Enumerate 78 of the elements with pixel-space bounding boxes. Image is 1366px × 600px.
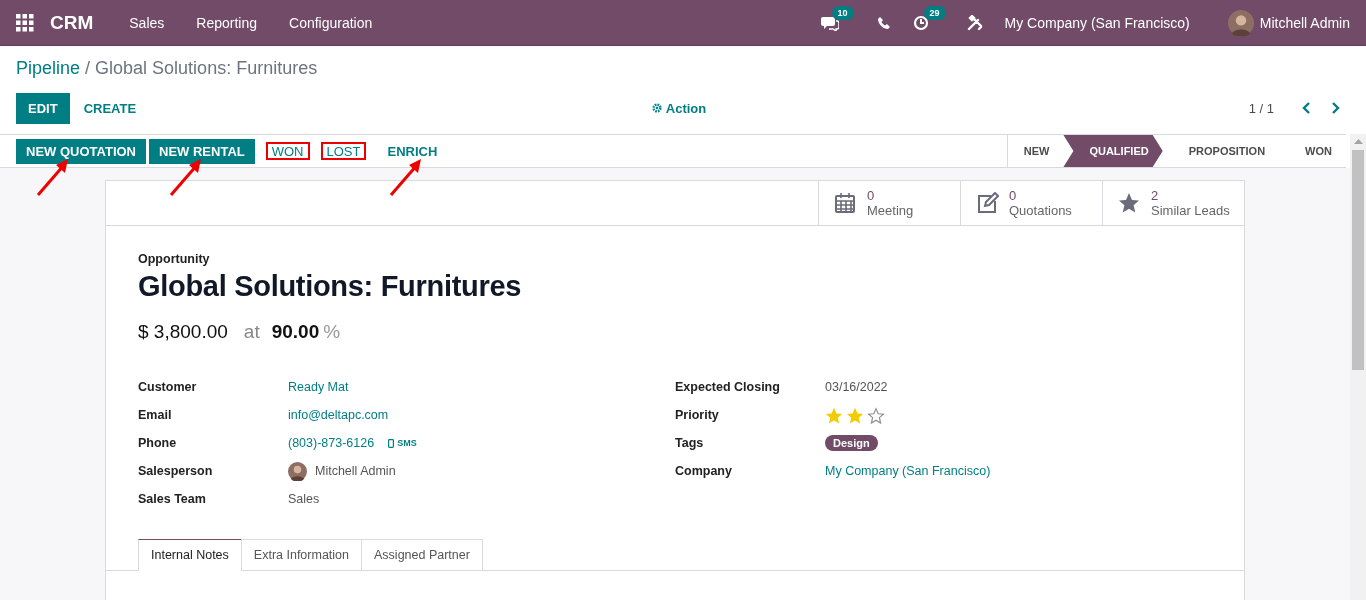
priority-stars[interactable]: [825, 406, 885, 424]
record-type-label: Opportunity: [138, 252, 211, 266]
app-name[interactable]: CRM: [50, 11, 94, 34]
expected-revenue: $ 3,800.00: [138, 321, 228, 343]
counter-badge: 29: [923, 5, 946, 20]
create-button[interactable]: CREATE: [71, 92, 149, 124]
action-button[interactable]: LOST: [320, 142, 367, 160]
breadcrumb-separator: /: [85, 58, 91, 78]
empty-star-icon: [867, 406, 885, 424]
filled-star-icon: [825, 406, 843, 424]
phone-link[interactable]: (803)-873-6126: [288, 436, 375, 450]
edit-icon: [975, 192, 999, 214]
stat-label: Similar Leads: [1151, 203, 1230, 218]
field-label: Phone: [138, 436, 178, 450]
previous-icon[interactable]: [1300, 101, 1312, 115]
tools-icon[interactable]: [966, 14, 983, 31]
menu-item[interactable]: Configuration: [273, 14, 389, 31]
notebook-tab[interactable]: Extra Information: [240, 539, 362, 571]
field-value: Sales: [288, 492, 320, 506]
notebook-tab[interactable]: Assigned Partner: [361, 539, 483, 571]
action-button[interactable]: ENRICH: [377, 138, 448, 164]
gear-icon: [651, 103, 662, 113]
stage-button[interactable]: QUALIFIED: [1063, 135, 1163, 167]
field-value[interactable]: Mitchell Admin: [315, 464, 396, 478]
smart-button[interactable]: 0 Quotations: [960, 181, 1102, 225]
record-title: Global Solutions: Furnitures: [138, 270, 523, 303]
user-menu[interactable]: Mitchell Admin: [1227, 9, 1350, 36]
field-link[interactable]: Ready Mat: [288, 380, 349, 394]
field-label: Company: [675, 464, 733, 478]
field-label: Salesperson: [138, 464, 214, 478]
field-link[interactable]: info@deltapc.com: [288, 408, 389, 422]
user-name: Mitchell Admin: [1259, 14, 1350, 31]
edit-button[interactable]: EDIT: [16, 92, 70, 124]
scroll-thumb[interactable]: [1352, 150, 1364, 370]
percent-sign: %: [323, 321, 341, 343]
stat-count: 0: [867, 188, 876, 203]
calendar-icon: [833, 192, 857, 214]
tag-pill[interactable]: Design: [825, 435, 878, 451]
field-label: Customer: [138, 380, 198, 394]
filled-star-icon: [846, 406, 864, 424]
counter-badge: 10: [831, 5, 854, 20]
user-avatar: [288, 461, 307, 481]
action-button[interactable]: WON: [265, 142, 310, 160]
breadcrumb-link[interactable]: Pipeline: [16, 58, 81, 78]
stat-label: Quotations: [1009, 203, 1072, 218]
chat-icon[interactable]: [820, 14, 839, 31]
star-icon: [1117, 192, 1141, 214]
stat-label: Meeting: [867, 203, 914, 218]
probability-value: 90.00: [271, 321, 320, 343]
notebook-tab[interactable]: Internal Notes: [138, 539, 242, 571]
field-value: 03/16/2022: [825, 380, 888, 394]
phone-icon[interactable]: [876, 15, 891, 30]
stat-count: 0: [1009, 188, 1018, 203]
action-button[interactable]: NEW RENTAL: [149, 138, 255, 164]
stat-count: 2: [1151, 188, 1160, 203]
menu-item[interactable]: Sales: [113, 14, 181, 31]
smart-button[interactable]: 2 Similar Leads: [1102, 181, 1244, 225]
clock-icon[interactable]: [912, 14, 929, 31]
field-label: Sales Team: [138, 492, 207, 506]
pager-counter: 1 / 1: [1248, 100, 1274, 116]
smart-button[interactable]: 0 Meeting: [818, 181, 960, 225]
action-menu[interactable]: Action: [651, 100, 707, 116]
apps-menu-icon[interactable]: [16, 13, 34, 32]
field-link[interactable]: My Company (San Francisco): [825, 464, 991, 478]
company-switcher[interactable]: My Company (San Francisco): [1004, 14, 1190, 31]
scrollbar[interactable]: [1350, 134, 1366, 600]
field-label: Priority: [675, 408, 720, 422]
field-label: Tags: [675, 436, 705, 450]
breadcrumb-current: Global Solutions: Furnitures: [95, 58, 318, 78]
menu-item[interactable]: Reporting: [180, 14, 273, 31]
mobile-icon: [388, 438, 395, 448]
action-button[interactable]: NEW QUOTATION: [16, 138, 146, 164]
field-label: Email: [138, 408, 173, 422]
user-avatar: [1227, 9, 1254, 36]
at-label: at: [243, 321, 260, 343]
sms-link[interactable]: SMS: [388, 438, 417, 448]
next-icon[interactable]: [1330, 101, 1342, 115]
field-label: Expected Closing: [675, 380, 781, 394]
